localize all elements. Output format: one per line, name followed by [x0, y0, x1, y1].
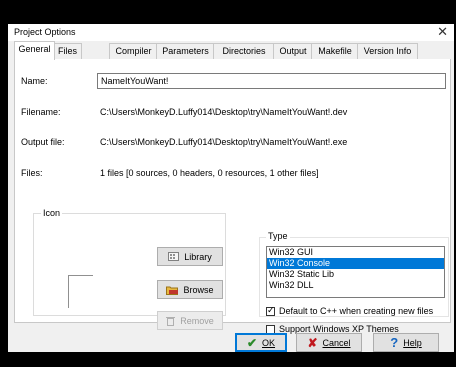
output-file-value: C:\Users\MonkeyD.Luffy014\Desktop\try\Na…: [100, 137, 348, 147]
name-label: Name:: [21, 76, 48, 86]
type-group-title: Type: [266, 231, 290, 241]
cancel-x-icon: ✘: [307, 335, 318, 350]
tab-version-info[interactable]: Version Info: [357, 43, 418, 59]
trash-icon: [166, 316, 176, 326]
tab-output[interactable]: Output: [273, 43, 313, 59]
files-value: 1 files [0 sources, 0 headers, 0 resourc…: [100, 168, 319, 178]
library-icon: [168, 252, 180, 261]
icon-group-title: Icon: [41, 208, 63, 218]
tab-directories[interactable]: Directories: [213, 43, 275, 59]
filename-label: Filename:: [21, 107, 61, 117]
checkmark-icon: ✔: [246, 335, 258, 350]
browse-button[interactable]: Browse: [157, 280, 223, 299]
cancel-label: Cancel: [322, 337, 351, 348]
title-bar: Project Options ✕: [8, 24, 454, 41]
icon-preview: [68, 275, 93, 308]
filename-value: C:\Users\MonkeyD.Luffy014\Desktop\try\Na…: [100, 107, 348, 117]
tab-compiler[interactable]: Compiler: [109, 43, 158, 59]
default-cpp-label: Default to C++ when creating new files: [279, 306, 434, 316]
tab-general[interactable]: General: [14, 41, 55, 60]
checkbox-box: ✓: [266, 304, 275, 316]
library-label: Library: [184, 251, 212, 262]
remove-label: Remove: [180, 315, 214, 326]
cancel-button[interactable]: ✘ Cancel: [296, 333, 362, 352]
question-mark-icon: ?: [390, 335, 399, 350]
library-button[interactable]: Library: [157, 247, 223, 266]
help-label: Help: [403, 337, 422, 348]
folder-icon: [166, 285, 179, 295]
tab-strip: General Files Compiler Parameters Direct…: [14, 41, 450, 60]
remove-button[interactable]: Remove: [157, 311, 223, 330]
tab-makefile[interactable]: Makefile: [311, 43, 359, 59]
tab-parameters[interactable]: Parameters: [156, 43, 215, 59]
default-cpp-checkbox[interactable]: ✓ Default to C++ when creating new files: [266, 304, 434, 316]
type-option-win32-static-lib[interactable]: Win32 Static Lib: [267, 269, 444, 280]
tab-files[interactable]: Files: [53, 43, 82, 59]
ok-button[interactable]: ✔ OK: [235, 333, 287, 352]
checkmark-icon: ✓: [267, 304, 275, 315]
window-title: Project Options: [14, 27, 76, 37]
type-option-win32-console[interactable]: Win32 Console: [267, 258, 444, 269]
close-icon[interactable]: ✕: [437, 24, 448, 40]
help-button[interactable]: ? Help: [373, 333, 439, 352]
output-file-label: Output file:: [21, 137, 65, 147]
type-option-win32-gui[interactable]: Win32 GUI: [267, 247, 444, 258]
project-options-dialog: Project Options ✕ General Files Compiler…: [8, 24, 454, 352]
general-panel: Name: Filename: C:\Users\MonkeyD.Luffy01…: [14, 59, 451, 334]
ok-label: OK: [262, 337, 276, 348]
type-listbox[interactable]: Win32 GUI Win32 Console Win32 Static Lib…: [266, 246, 445, 298]
type-option-win32-dll[interactable]: Win32 DLL: [267, 280, 444, 291]
browse-label: Browse: [183, 284, 214, 295]
name-input[interactable]: [97, 73, 446, 89]
files-label: Files:: [21, 168, 43, 178]
